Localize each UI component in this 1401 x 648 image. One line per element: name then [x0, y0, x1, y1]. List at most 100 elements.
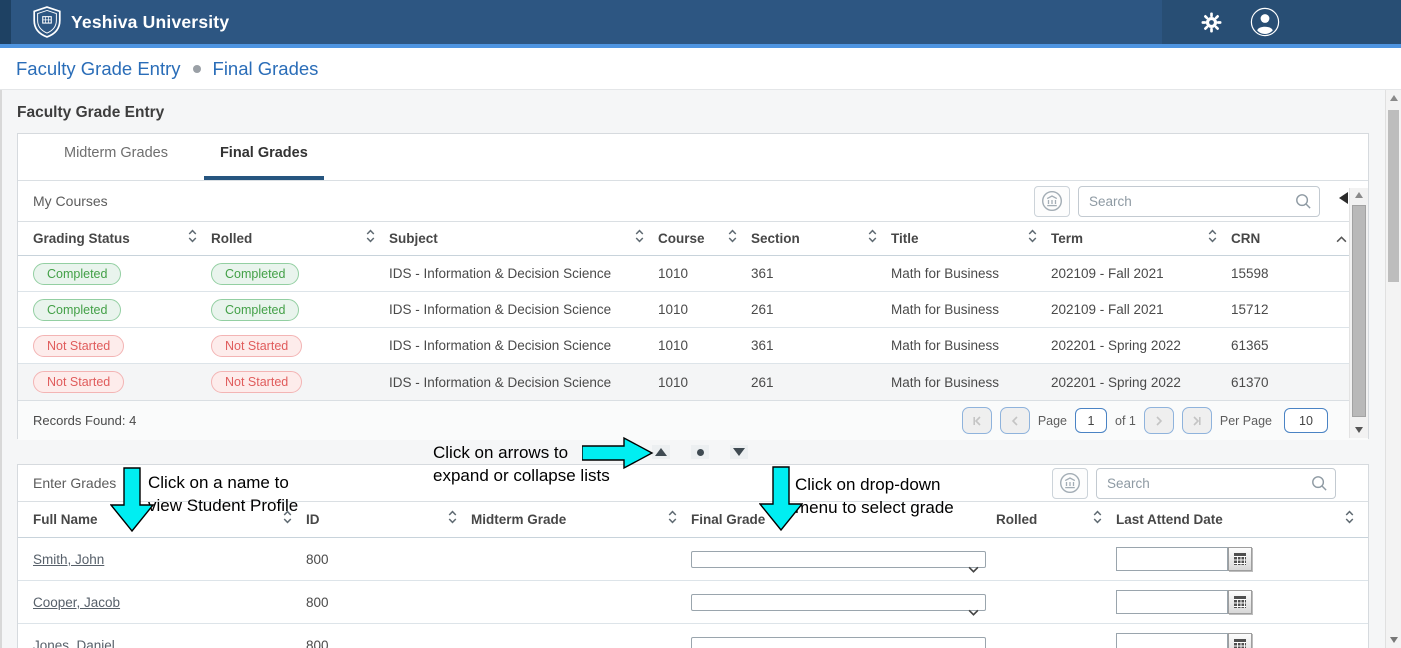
course-row[interactable]: Not Started Not Started IDS - Informatio…	[18, 364, 1368, 400]
my-courses-toolbar: My Courses	[18, 181, 1368, 222]
sort-icon[interactable]	[188, 229, 197, 248]
enter-grades-search-input[interactable]	[1096, 468, 1336, 499]
term-cell: 202109 - Fall 2021	[1051, 302, 1231, 317]
tab-midterm-grades[interactable]: Midterm Grades	[48, 145, 184, 180]
last-attend-date-input[interactable]	[1116, 590, 1228, 614]
grid-scrollbar[interactable]	[1349, 188, 1368, 438]
calendar-icon	[1233, 638, 1247, 648]
sort-icon[interactable]	[1345, 510, 1354, 529]
breadcrumb-current: Final Grades	[213, 58, 319, 80]
reset-split-control[interactable]	[691, 445, 709, 459]
triangle-up-icon	[655, 448, 667, 456]
scroll-down-icon[interactable]	[1386, 637, 1401, 643]
tab-final-grades[interactable]: Final Grades	[204, 145, 324, 180]
enter-grades-body: Smith, John 800	[18, 538, 1368, 648]
column-header-id[interactable]: ID	[306, 502, 471, 537]
triangle-down-icon	[733, 448, 745, 456]
pagination: Page of 1 Per Page	[962, 407, 1328, 434]
final-grade-dropdown	[691, 552, 986, 567]
crn-cell: 15712	[1231, 302, 1336, 317]
column-header-term[interactable]: Term	[1051, 222, 1231, 255]
my-courses-footer: Records Found: 4 Page of 1	[18, 400, 1368, 440]
brand: Yeshiva University	[0, 6, 229, 38]
my-courses-title: My Courses	[33, 193, 108, 209]
subject-cell: IDS - Information & Decision Science	[389, 266, 658, 281]
last-attend-date-input[interactable]	[1116, 633, 1228, 648]
column-header-subject[interactable]: Subject	[389, 222, 658, 255]
grading-status-badge: Completed	[33, 263, 121, 285]
term-cell: 202109 - Fall 2021	[1051, 266, 1231, 281]
calendar-button[interactable]	[1228, 547, 1252, 571]
panel-collapse-arrow[interactable]	[1339, 192, 1348, 204]
final-grade-select[interactable]	[691, 637, 986, 648]
column-header-crn[interactable]: CRN	[1231, 222, 1336, 255]
next-page-button[interactable]	[1144, 407, 1174, 434]
scroll-up-icon[interactable]	[1350, 192, 1368, 198]
per-page-input[interactable]	[1284, 408, 1328, 433]
previous-page-button[interactable]	[1000, 407, 1030, 434]
course-cell: 1010	[658, 338, 751, 353]
student-id-cell: 800	[306, 595, 471, 610]
calendar-button[interactable]	[1228, 590, 1252, 614]
grid-tools-button[interactable]	[1052, 468, 1088, 499]
course-row[interactable]: Completed Completed IDS - Information & …	[18, 292, 1368, 328]
enter-grades-search	[1096, 468, 1336, 499]
rolled-badge: Completed	[211, 299, 299, 321]
final-grade-dropdown	[691, 638, 986, 648]
breadcrumb-parent[interactable]: Faculty Grade Entry	[16, 58, 181, 80]
profile-button[interactable]	[1250, 7, 1280, 37]
settings-button[interactable]	[1200, 11, 1223, 34]
last-attend-date-field	[1116, 590, 1358, 614]
student-name-link[interactable]: Jones, Daniel	[33, 638, 115, 648]
my-courses-search-input[interactable]	[1078, 186, 1320, 217]
course-row[interactable]: Not Started Not Started IDS - Informatio…	[18, 328, 1368, 364]
sort-icon[interactable]	[668, 510, 677, 529]
grid-scrollbar-thumb[interactable]	[1352, 205, 1366, 417]
final-grade-select[interactable]	[691, 594, 986, 611]
calendar-button[interactable]	[1228, 633, 1252, 648]
page-scrollbar[interactable]	[1385, 90, 1401, 648]
page-number-input[interactable]	[1075, 408, 1107, 433]
sort-icon[interactable]	[366, 229, 375, 248]
column-header-rolled[interactable]: Rolled	[996, 502, 1116, 537]
course-cell: 1010	[658, 375, 751, 390]
column-header-section[interactable]: Section	[751, 222, 891, 255]
grid-tools-button[interactable]	[1034, 186, 1070, 217]
last-page-button[interactable]	[1182, 407, 1212, 434]
scroll-down-icon[interactable]	[1350, 427, 1368, 433]
sort-icon[interactable]	[448, 510, 457, 529]
sort-icon[interactable]	[868, 229, 877, 248]
expand-up-control[interactable]	[652, 445, 670, 459]
my-courses-body: Completed Completed IDS - Information & …	[18, 256, 1368, 400]
final-grade-select[interactable]	[691, 551, 986, 568]
search-icon	[1295, 193, 1312, 215]
student-name-link[interactable]: Smith, John	[33, 552, 104, 567]
grading-status-badge: Not Started	[33, 371, 124, 393]
title-cell: Math for Business	[891, 338, 1051, 353]
column-header-rolled[interactable]: Rolled	[211, 222, 389, 255]
student-row: Smith, John 800	[18, 538, 1368, 581]
sort-icon[interactable]	[635, 229, 644, 248]
sort-icon[interactable]	[1208, 229, 1217, 248]
column-header-title[interactable]: Title	[891, 222, 1051, 255]
column-header-grading-status[interactable]: Grading Status	[18, 222, 211, 255]
scroll-up-icon[interactable]	[1386, 95, 1401, 101]
my-courses-search	[1078, 186, 1320, 217]
subject-cell: IDS - Information & Decision Science	[389, 375, 658, 390]
topbar-actions	[1162, 0, 1401, 44]
sort-icon[interactable]	[1028, 229, 1037, 248]
sort-icon[interactable]	[1093, 510, 1102, 529]
first-page-button[interactable]	[962, 407, 992, 434]
sort-icon[interactable]	[728, 229, 737, 248]
column-header-last-attend-date[interactable]: Last Attend Date	[1116, 502, 1368, 537]
student-name-link[interactable]: Cooper, Jacob	[33, 595, 120, 610]
last-attend-date-input[interactable]	[1116, 547, 1228, 571]
page-scrollbar-thumb[interactable]	[1388, 110, 1399, 282]
course-row[interactable]: Completed Completed IDS - Information & …	[18, 256, 1368, 292]
rolled-badge: Not Started	[211, 371, 302, 393]
column-header-midterm-grade[interactable]: Midterm Grade	[471, 502, 691, 537]
cyan-down-arrow	[759, 466, 803, 532]
crn-cell: 15598	[1231, 266, 1336, 281]
column-header-course[interactable]: Course	[658, 222, 751, 255]
collapse-down-control[interactable]	[730, 445, 748, 459]
